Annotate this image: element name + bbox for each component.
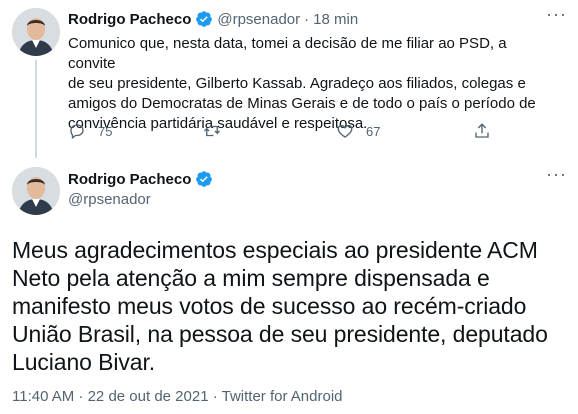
avatar[interactable] [12, 167, 60, 215]
thread-line [35, 60, 37, 158]
tweet-time[interactable]: 18 min [313, 11, 358, 28]
tweet-text-line: Luciano Bivar. [12, 349, 156, 375]
reply-count: 75 [98, 123, 113, 139]
reply-icon [70, 124, 84, 140]
tweet-text-line: de seu presidente, Gilberto Kassab. Agra… [68, 75, 526, 92]
tweet-text-line: manifesto meus votos de sucesso ao recém… [12, 293, 527, 319]
avatar-image [12, 167, 60, 215]
share-icon [475, 123, 489, 138]
like-button[interactable]: 67 [336, 122, 380, 140]
tweet-metadata: 11:40 AM · 22 de out de 2021 · Twitter f… [12, 388, 343, 405]
tweet-text: Comunico que, nesta data, tomei a decisã… [68, 34, 552, 134]
tweet-text-line: Neto pela atenção a mim sempre dispensad… [12, 265, 490, 291]
tweet-text: Meus agradecimentos especiais ao preside… [12, 236, 564, 376]
tweet-text-line: Comunico que, nesta data, tomei a decisã… [68, 35, 507, 72]
author-name[interactable]: Rodrigo Pacheco [68, 11, 191, 28]
verified-badge-icon [196, 11, 213, 27]
reply-button[interactable]: 75 [68, 122, 112, 140]
avatar-image [12, 8, 60, 56]
retweet-icon [204, 125, 220, 137]
tweet-text-line: amigos do Democratas de Minas Gerais e d… [68, 95, 536, 112]
tweet-text-line: Meus agradecimentos especiais ao preside… [12, 237, 538, 263]
avatar[interactable] [12, 8, 60, 56]
retweet-button[interactable] [203, 122, 233, 140]
author-handle[interactable]: @rpsenador [68, 191, 151, 208]
more-options-button[interactable]: ··· [546, 4, 567, 25]
tweet-text-line: União Brasil, na pessoa de seu president… [12, 321, 548, 347]
like-count: 67 [366, 123, 381, 139]
verified-badge-icon [196, 171, 213, 187]
share-button[interactable] [473, 122, 503, 140]
like-icon [337, 124, 353, 138]
author-name[interactable]: Rodrigo Pacheco [68, 171, 191, 188]
tweet-timestamp[interactable]: 11:40 AM · 22 de out de 2021 · [12, 388, 222, 405]
more-options-button[interactable]: ··· [546, 164, 567, 185]
tweet-source-link[interactable]: Twitter for Android [222, 388, 343, 405]
separator-dot: · [304, 10, 310, 28]
author-handle[interactable]: @rpsenador [217, 11, 300, 28]
